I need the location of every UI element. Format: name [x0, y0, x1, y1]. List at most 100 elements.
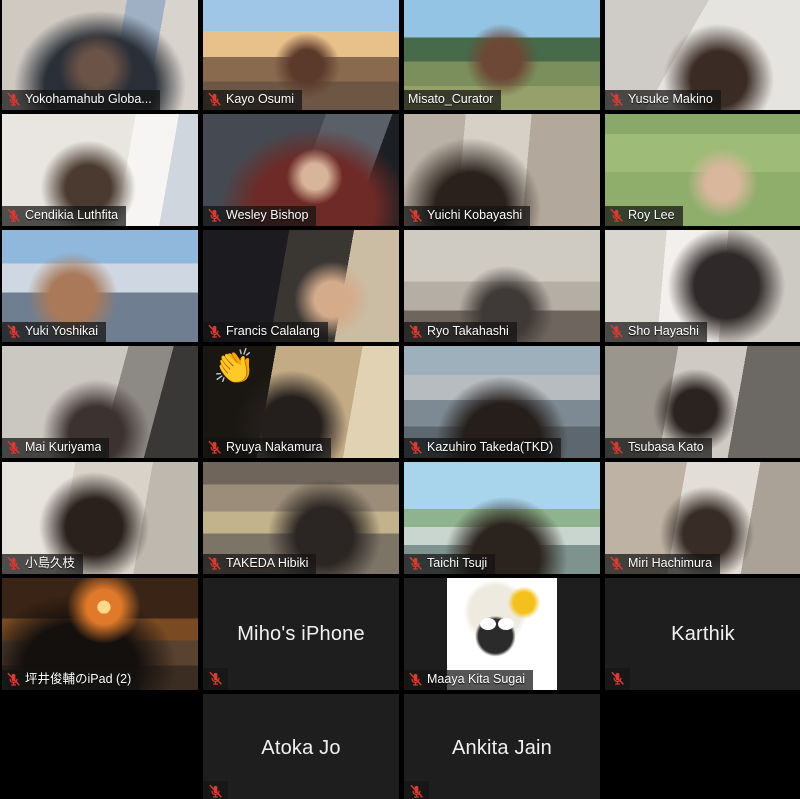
participant-name-label: Mai Kuriyama [2, 438, 110, 458]
participant-name-label: Sho Hayashi [605, 322, 707, 342]
participant-name-text: Yusuke Makino [628, 92, 713, 106]
participant-grid: Yokohamahub Globa... Kayo Osumi Misato_Cu… [0, 0, 800, 799]
participant-tile[interactable]: 坪井俊輔のiPad (2) [2, 578, 198, 690]
mic-muted-icon [6, 556, 21, 571]
participant-tile[interactable]: Kazuhiro Takeda(TKD) [404, 346, 600, 458]
mic-muted-icon [605, 668, 630, 690]
participant-name-label: Wesley Bishop [203, 206, 317, 226]
participant-tile[interactable]: Miri Hachimura [605, 462, 800, 574]
participant-name-text: 坪井俊輔のiPad (2) [25, 672, 132, 686]
participant-name-text: Mai Kuriyama [25, 440, 102, 454]
participant-name-text: Ryo Takahashi [427, 324, 509, 338]
participant-tile[interactable]: Yusuke Makino [605, 0, 800, 110]
participant-name-text: Yokohamahub Globa... [25, 92, 152, 106]
mic-muted-icon [207, 324, 222, 339]
mic-muted-icon [203, 781, 228, 799]
participant-name-text: Yuki Yoshikai [25, 324, 98, 338]
participant-tile[interactable]: Karthik [605, 578, 800, 690]
participant-tile[interactable]: Atoka Jo [203, 694, 399, 799]
empty-grid-slot [605, 694, 800, 799]
participant-name-label: Yuki Yoshikai [2, 322, 106, 342]
participant-name-text: Misato_Curator [408, 92, 494, 106]
participant-name-text: Maaya Kita Sugai [427, 672, 525, 686]
mic-muted-icon [6, 208, 21, 223]
participant-name-label: Yuichi Kobayashi [404, 206, 531, 226]
participant-name-text: Yuichi Kobayashi [427, 208, 523, 222]
mic-muted-icon [609, 556, 624, 571]
participant-name-text: Kazuhiro Takeda(TKD) [427, 440, 554, 454]
participant-tile[interactable]: Sho Hayashi [605, 230, 800, 342]
participant-name-label: 坪井俊輔のiPad (2) [2, 670, 140, 690]
empty-grid-slot [2, 694, 198, 799]
participant-name-label: Kayo Osumi [203, 90, 303, 110]
mic-muted-icon [609, 440, 624, 455]
participant-name-text: TAKEDA Hibiki [226, 556, 309, 570]
participant-name-label: Maaya Kita Sugai [404, 670, 533, 690]
participant-tile[interactable]: Cendikia Luthfita [2, 114, 198, 226]
participant-tile[interactable]: Maaya Kita Sugai [404, 578, 600, 690]
participant-name-text: Tsubasa Kato [628, 440, 704, 454]
mic-muted-icon [207, 208, 222, 223]
participant-name-label: Misato_Curator [404, 90, 502, 110]
participant-tile[interactable]: Yuki Yoshikai [2, 230, 198, 342]
participant-name-center: Miho's iPhone [237, 622, 365, 645]
mic-muted-icon [6, 92, 21, 107]
participant-tile[interactable]: Mai Kuriyama [2, 346, 198, 458]
mic-muted-icon [6, 440, 21, 455]
participant-name-text: Miri Hachimura [628, 556, 713, 570]
participant-name-text: Sho Hayashi [628, 324, 699, 338]
mic-muted-icon [408, 440, 423, 455]
participant-name-label: Roy Lee [605, 206, 683, 226]
participant-tile[interactable]: Roy Lee [605, 114, 800, 226]
participant-name-label: Kazuhiro Takeda(TKD) [404, 438, 562, 458]
participant-tile[interactable]: Miho's iPhone [203, 578, 399, 690]
mic-muted-icon [408, 556, 423, 571]
mic-muted-icon [6, 324, 21, 339]
mic-muted-icon [408, 672, 423, 687]
participant-name-label: Tsubasa Kato [605, 438, 712, 458]
participant-tile[interactable]: Yuichi Kobayashi [404, 114, 600, 226]
participant-name-label: Yusuke Makino [605, 90, 721, 110]
participant-tile[interactable]: Francis Calalang [203, 230, 399, 342]
participant-tile[interactable]: Taichi Tsuji [404, 462, 600, 574]
participant-name-center: Ankita Jain [451, 737, 553, 759]
participant-tile[interactable]: TAKEDA Hibiki [203, 462, 399, 574]
participant-name-text: Kayo Osumi [226, 92, 295, 106]
participant-name-text: Roy Lee [628, 208, 675, 222]
mic-muted-icon [404, 781, 429, 799]
participant-tile[interactable]: Tsubasa Kato [605, 346, 800, 458]
participant-tile[interactable]: Misato_Curator [404, 0, 600, 110]
participant-name-label: Cendikia Luthfita [2, 206, 127, 226]
participant-name-text: 小島久枝 [25, 556, 76, 570]
participant-tile[interactable]: Ankita Jain [404, 694, 600, 799]
participant-tile[interactable]: 小島久枝 [2, 462, 198, 574]
participant-tile[interactable]: 👏 Ryuya Nakamura [203, 346, 399, 458]
participant-tile[interactable]: Wesley Bishop [203, 114, 399, 226]
participant-tile[interactable]: Ryo Takahashi [404, 230, 600, 342]
participant-name-text: Cendikia Luthfita [25, 208, 119, 222]
mic-muted-icon [6, 672, 21, 687]
participant-name-text: Ryuya Nakamura [226, 440, 323, 454]
mic-muted-icon [408, 324, 423, 339]
participant-name-center: Atoka Jo [261, 737, 341, 759]
mic-muted-icon [408, 208, 423, 223]
participant-tile[interactable]: Kayo Osumi [203, 0, 399, 110]
participant-tile[interactable]: Yokohamahub Globa... [2, 0, 198, 110]
participant-name-label: TAKEDA Hibiki [203, 554, 317, 574]
clapping-hands-reaction-icon: 👏 [213, 348, 256, 386]
mic-muted-icon [609, 324, 624, 339]
participant-name-center: Karthik [671, 622, 735, 645]
mic-muted-icon [609, 208, 624, 223]
mic-muted-icon [207, 92, 222, 107]
participant-name-text: Taichi Tsuji [427, 556, 488, 570]
participant-name-label: 小島久枝 [2, 554, 84, 574]
mic-muted-icon [207, 556, 222, 571]
mic-muted-icon [207, 440, 222, 455]
participant-name-label: Yokohamahub Globa... [2, 90, 160, 110]
participant-name-label: Taichi Tsuji [404, 554, 496, 574]
participant-name-label: Ryuya Nakamura [203, 438, 331, 458]
participant-name-label: Ryo Takahashi [404, 322, 517, 342]
mic-muted-icon [609, 92, 624, 107]
mic-muted-icon [203, 668, 228, 690]
participant-name-label: Francis Calalang [203, 322, 328, 342]
